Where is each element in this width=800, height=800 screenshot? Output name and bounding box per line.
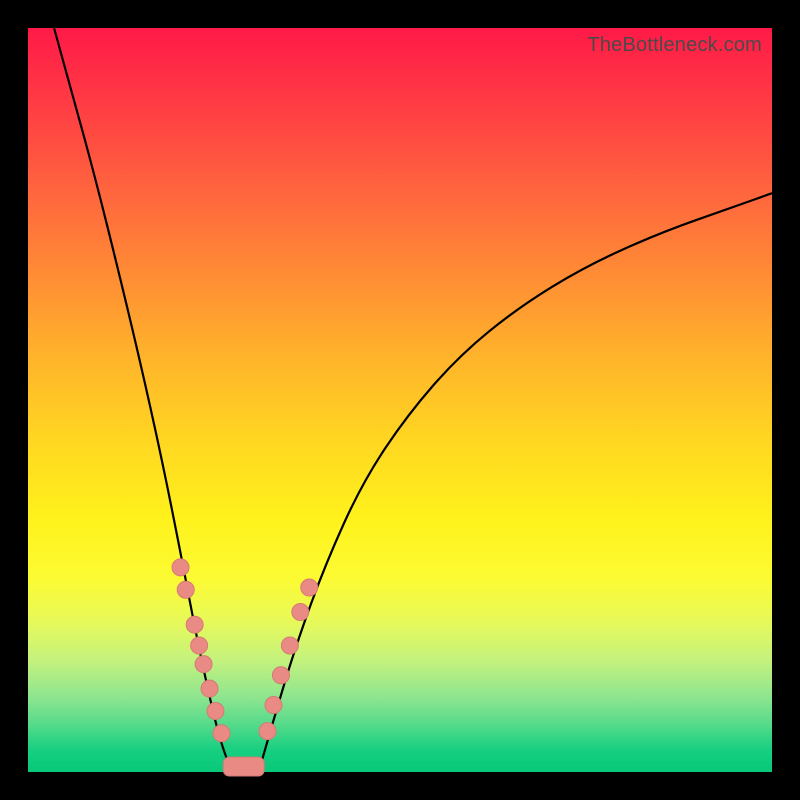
right-curve: [259, 193, 772, 772]
data-point-dot: [213, 725, 230, 742]
data-point-dot: [191, 637, 208, 654]
data-point-dot: [301, 579, 318, 596]
data-point-dot: [292, 604, 309, 621]
data-point-dot: [201, 680, 218, 697]
right-dot-cluster: [259, 579, 318, 740]
data-point-dot: [177, 581, 194, 598]
data-point-dot: [207, 702, 224, 719]
data-point-dot: [259, 723, 276, 740]
bottom-pill: [223, 757, 264, 776]
chart-frame: TheBottleneck.com: [28, 28, 772, 772]
data-point-dot: [265, 697, 282, 714]
left-dot-cluster: [172, 559, 230, 742]
chart-overlay: [28, 28, 772, 772]
data-point-dot: [172, 559, 189, 576]
data-point-dot: [195, 656, 212, 673]
data-point-dot: [281, 637, 298, 654]
data-point-dot: [186, 616, 203, 633]
data-point-dot: [272, 667, 289, 684]
